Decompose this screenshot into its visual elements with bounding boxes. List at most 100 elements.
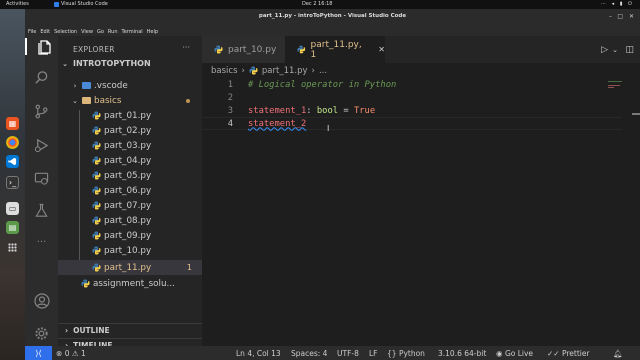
testing-icon[interactable] xyxy=(33,202,50,219)
tree-file[interactable]: part_03.py xyxy=(58,138,202,153)
close-window-icon[interactable]: ✕ xyxy=(629,13,634,20)
accounts-icon[interactable] xyxy=(33,292,50,309)
remote-indicator-icon[interactable]: ⟩⟨ xyxy=(25,346,52,360)
line-number: 1 xyxy=(227,79,233,90)
explorer-more-icon[interactable]: ··· xyxy=(182,43,190,52)
minimap[interactable] xyxy=(608,77,628,346)
line-ending[interactable]: LF xyxy=(369,349,378,358)
remote-explorer-icon[interactable] xyxy=(33,170,50,187)
run-python-icon[interactable]: ▷ xyxy=(601,45,608,55)
chevron-down-icon: ⌄ xyxy=(72,96,78,105)
python-file-icon xyxy=(92,156,101,165)
explorer-icon[interactable] xyxy=(25,38,58,55)
code-line-current: 4 statement_2 xyxy=(202,117,622,130)
system-tray[interactable]: ⋯ ◂ ▮ ⏻ xyxy=(601,1,634,7)
code-statement-error: statement_2 xyxy=(248,118,307,129)
explorer-title: EXPLORER xyxy=(73,45,115,54)
code-editor[interactable]: 1 # Logical operator in Python 2 3 state… xyxy=(202,77,640,346)
menu-file[interactable]: File xyxy=(28,29,36,35)
files-icon[interactable]: ▭ xyxy=(6,202,19,215)
run-debug-icon[interactable] xyxy=(33,137,50,154)
tree-file[interactable]: part_04.py xyxy=(58,153,202,168)
chrome-icon[interactable] xyxy=(6,136,19,149)
app-menu-label: Visual Studio Code xyxy=(61,1,108,7)
python-file-icon xyxy=(249,66,258,75)
python-file-icon xyxy=(214,45,223,54)
python-file-icon xyxy=(81,279,90,288)
go-live-button[interactable]: ◉ Go Live xyxy=(496,349,533,358)
chevron-right-icon: › xyxy=(65,326,69,335)
tree-file[interactable]: part_02.py xyxy=(58,123,202,138)
cursor-position[interactable]: Ln 4, Col 13 xyxy=(236,349,281,358)
menu-go[interactable]: Go xyxy=(97,29,104,35)
python-file-icon xyxy=(92,231,101,240)
status-bar: ⟩⟨ ⊗ 0 ⚠ 1 Ln 4, Col 13 Spaces: 4 UTF-8 … xyxy=(25,346,640,360)
tree-file[interactable]: part_07.py xyxy=(58,198,202,213)
breadcrumb-more[interactable]: ... xyxy=(319,66,327,76)
activities-button[interactable]: Activities xyxy=(6,1,29,7)
tree-file[interactable]: part_06.py xyxy=(58,183,202,198)
breadcrumb-file[interactable]: part_11.py xyxy=(262,66,308,76)
app-menu[interactable]: Visual Studio Code xyxy=(54,1,108,7)
title-bar: part_11.py - introToPython - Visual Stud… xyxy=(25,9,640,28)
python-file-icon xyxy=(92,216,101,225)
tree-file[interactable]: part_01.py xyxy=(58,108,202,123)
chevron-right-icon: › xyxy=(311,65,315,76)
notifications-bell-icon[interactable]: 🔔︎ xyxy=(613,349,623,358)
split-editor-icon[interactable]: ◫ xyxy=(625,45,634,55)
tree-file[interactable]: part_09.py xyxy=(58,228,202,243)
tree-folder-basics[interactable]: ⌄ basics xyxy=(58,93,202,108)
terminal-icon[interactable]: ›_ xyxy=(6,176,19,189)
breadcrumb-folder[interactable]: basics xyxy=(211,66,238,76)
clock[interactable]: Dec 2 16:18 xyxy=(302,1,332,7)
line-number: 4 xyxy=(227,118,233,129)
vscode-window: part_11.py - introToPython - Visual Stud… xyxy=(25,9,640,360)
tab-label: part_11.py, 1 xyxy=(310,39,362,60)
tree-file[interactable]: part_05.py xyxy=(58,168,202,183)
python-file-icon xyxy=(92,141,101,150)
search-icon[interactable] xyxy=(33,69,50,86)
more-views-icon[interactable]: ··· xyxy=(33,234,50,251)
trash-icon[interactable]: ▤ xyxy=(6,221,19,234)
manage-gear-icon[interactable] xyxy=(33,325,50,342)
folder-vscode-icon xyxy=(82,82,91,89)
tab-part-11[interactable]: part_11.py, 1 ✕ xyxy=(285,36,385,63)
chevron-right-icon: › xyxy=(73,81,77,90)
run-dropdown-icon[interactable]: ⌄ xyxy=(612,46,618,54)
vscode-icon[interactable] xyxy=(6,155,19,168)
minimize-icon[interactable]: – xyxy=(609,13,612,20)
tree-file-active[interactable]: part_11.py 1 xyxy=(58,260,202,275)
prettier-button[interactable]: ✓✓ Prettier xyxy=(547,349,590,358)
python-file-icon xyxy=(92,111,101,120)
tab-part-10[interactable]: part_10.py xyxy=(202,36,285,63)
tree-file[interactable]: part_10.py xyxy=(58,243,202,258)
calendar-icon[interactable]: ▦ xyxy=(6,117,19,130)
language-mode[interactable]: {} Python xyxy=(387,349,425,358)
close-tab-icon[interactable]: ✕ xyxy=(378,45,385,54)
outline-panel-header[interactable]: › OUTLINE xyxy=(58,323,202,337)
broadcast-icon: ◉ xyxy=(496,349,503,358)
indentation[interactable]: Spaces: 4 xyxy=(291,349,327,358)
menu-run[interactable]: Run xyxy=(108,29,118,35)
workspace-root[interactable]: ⌄ INTROTOPYTHON xyxy=(58,56,202,71)
maximize-icon[interactable]: □ xyxy=(617,13,623,20)
python-interpreter[interactable]: 3.10.6 64-bit xyxy=(438,349,486,358)
problems-indicator[interactable]: ⊗ 0 ⚠ 1 xyxy=(56,349,86,358)
menu-edit[interactable]: Edit xyxy=(40,29,50,35)
python-file-icon xyxy=(92,246,101,255)
menu-selection[interactable]: Selection xyxy=(54,29,77,35)
encoding[interactable]: UTF-8 xyxy=(337,349,359,358)
tree-folder-vscode[interactable]: › .vscode xyxy=(58,78,202,93)
source-control-icon[interactable] xyxy=(33,103,50,120)
dock: ▦ ›_ ▭ ▤ xyxy=(0,9,25,360)
tree-file[interactable]: assignment_solu... xyxy=(58,276,202,291)
menu-view[interactable]: View xyxy=(81,29,93,35)
menu-help[interactable]: Help xyxy=(147,29,158,35)
modified-dot xyxy=(186,98,190,103)
code-comment: # Logical operator in Python xyxy=(248,79,397,90)
tree-file[interactable]: part_08.py xyxy=(58,213,202,228)
code-line: 3 statement_1: bool = True xyxy=(202,104,622,117)
show-apps-icon[interactable] xyxy=(8,243,17,252)
editor-tabs: part_10.py part_11.py, 1 ✕ ▷ ⌄ ◫ xyxy=(202,36,640,63)
menu-terminal[interactable]: Terminal xyxy=(122,29,143,35)
